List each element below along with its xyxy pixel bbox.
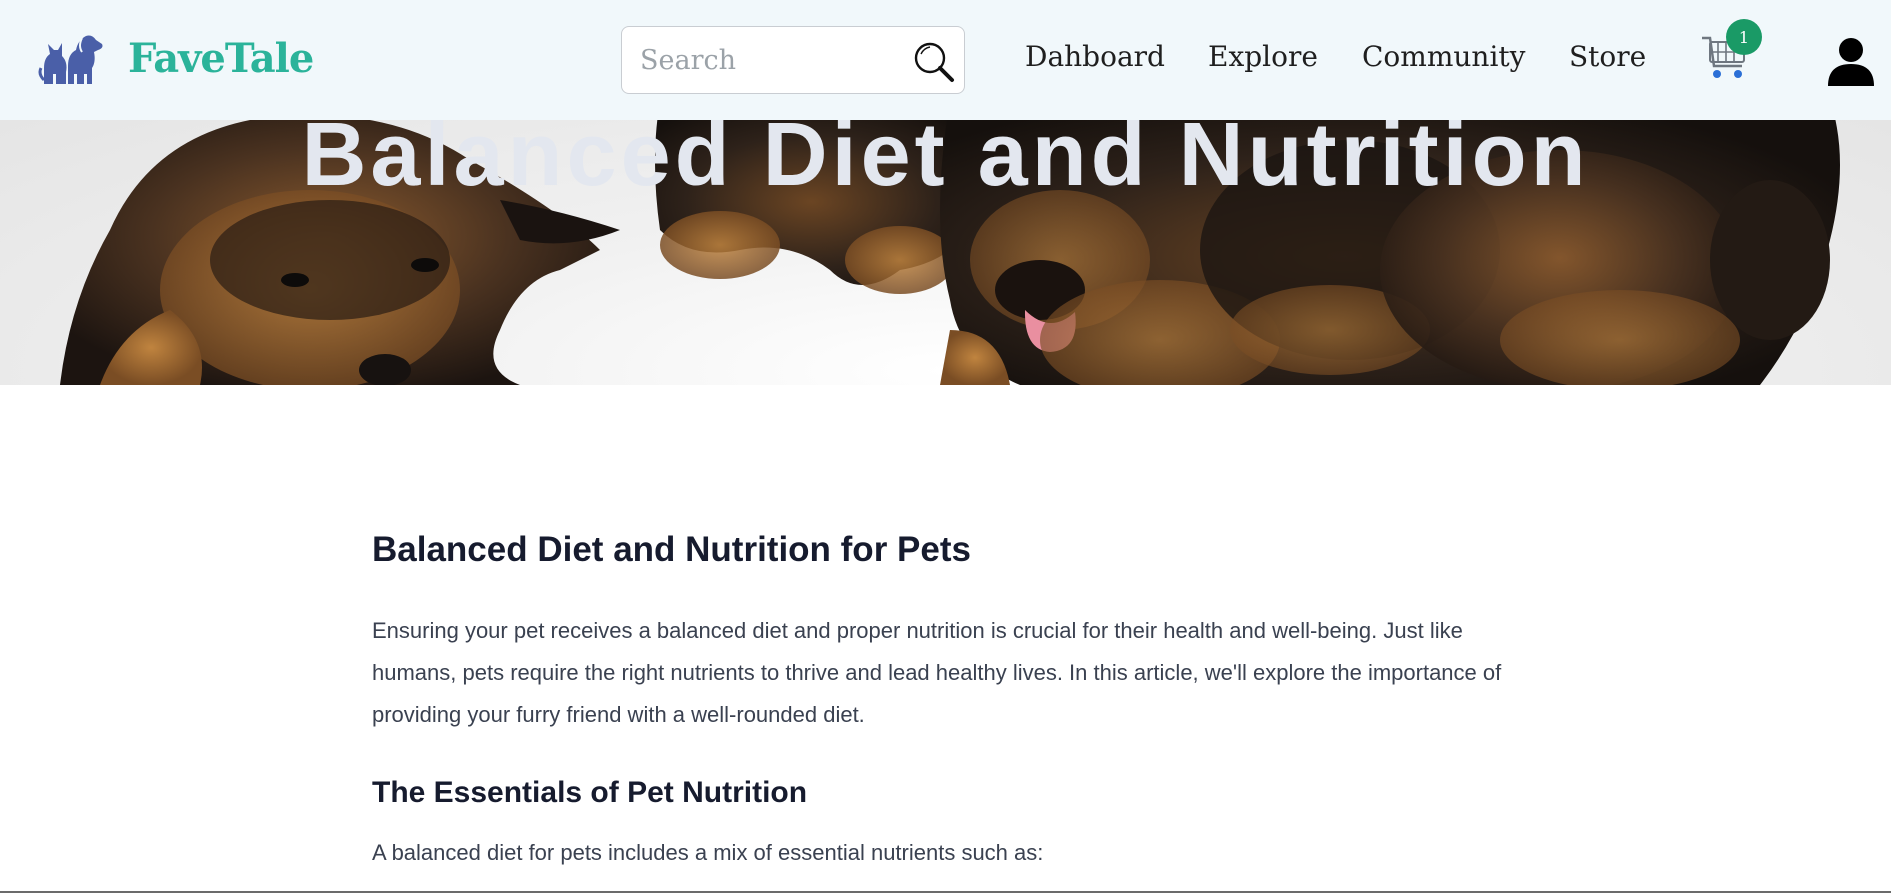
- user-icon[interactable]: [1826, 36, 1876, 86]
- nav-store[interactable]: Store: [1569, 40, 1646, 73]
- section-heading: The Essentials of Pet Nutrition: [372, 776, 808, 809]
- brand-logo[interactable]: FaveTale: [38, 28, 314, 88]
- dog-cat-logo-icon: [38, 35, 103, 84]
- article-body: Balanced Diet and Nutrition for Pets Ens…: [372, 530, 1532, 874]
- article-heading: Balanced Diet and Nutrition for Pets: [372, 530, 971, 569]
- cart-count-badge: 1: [1726, 19, 1762, 55]
- brand-name: FaveTale: [128, 34, 314, 82]
- nav-dashboard[interactable]: Dahboard: [1025, 40, 1165, 73]
- nav-explore[interactable]: Explore: [1208, 40, 1318, 73]
- top-navigation-bar: FaveTale Dahboard Explore Community Stor…: [0, 0, 1891, 120]
- article-intro-paragraph: Ensuring your pet receives a balanced di…: [372, 618, 1502, 727]
- nav-community[interactable]: Community: [1362, 40, 1525, 73]
- search-box: [621, 26, 965, 94]
- hero-banner: Balanced Diet and Nutrition: [0, 100, 1891, 385]
- search-icon[interactable]: [912, 40, 956, 84]
- search-input[interactable]: [622, 27, 902, 93]
- section-paragraph: A balanced diet for pets includes a mix …: [372, 840, 1044, 865]
